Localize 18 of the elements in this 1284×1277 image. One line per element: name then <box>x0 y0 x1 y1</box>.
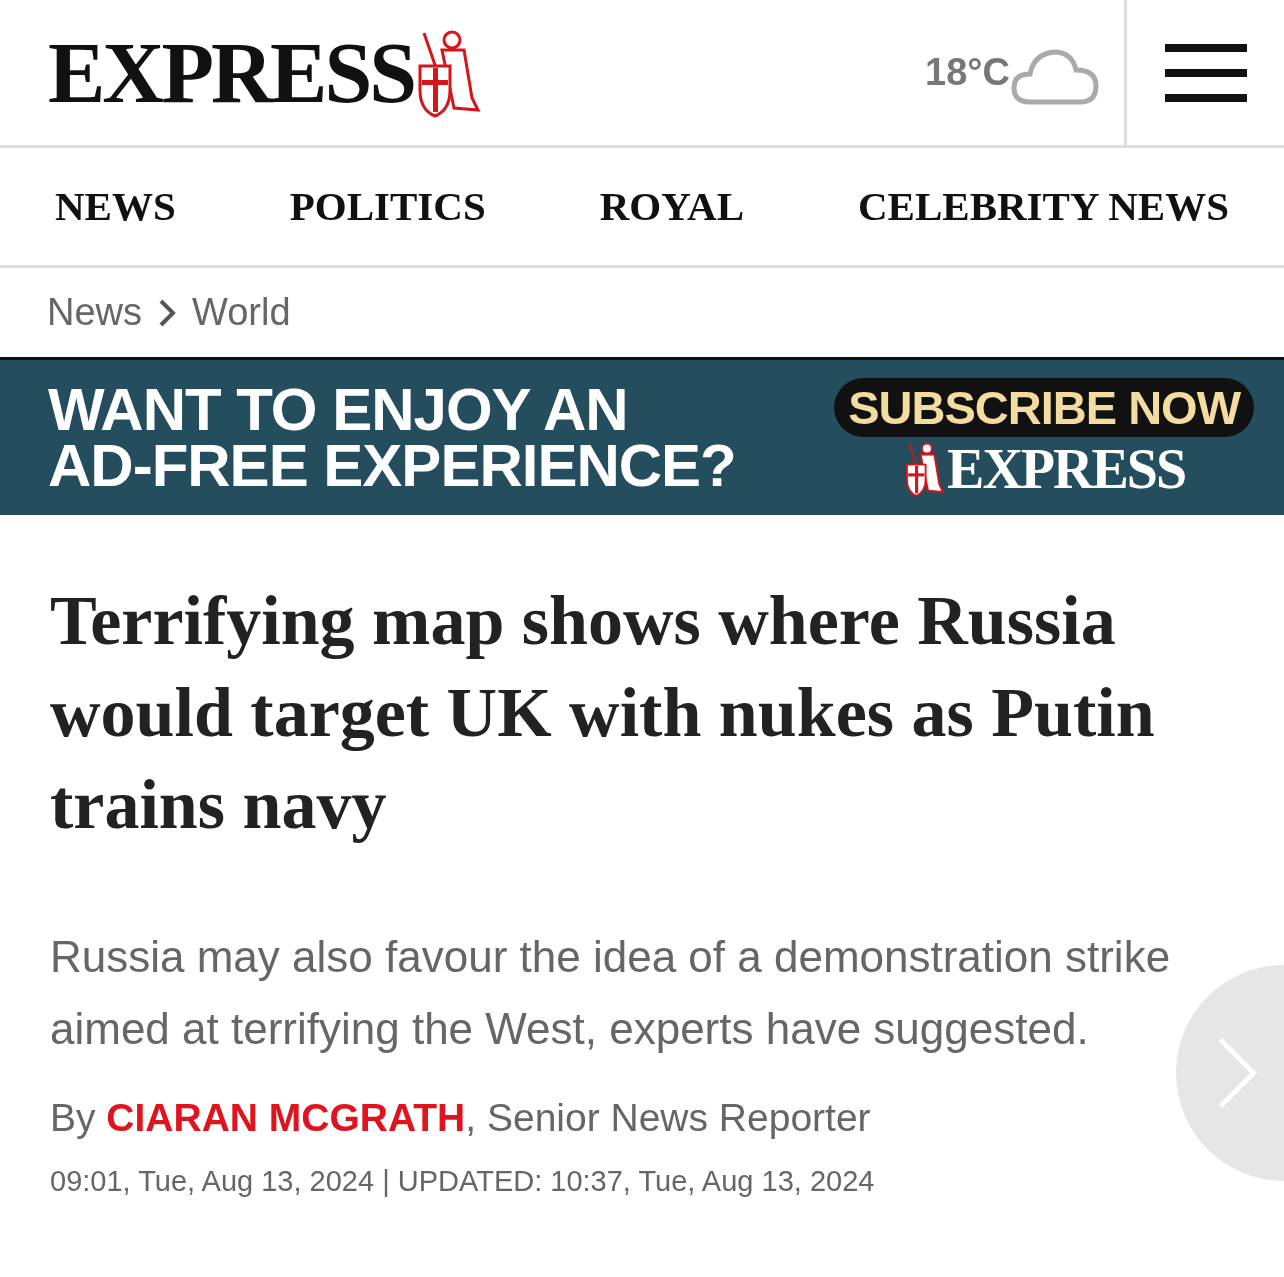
breadcrumb-link[interactable]: News <box>47 284 143 341</box>
article-headline: Terrifying map shows where Russia would target UK with nukes as Putin trains navy <box>50 581 1156 845</box>
banner-text: WANT TO ENJOY AN AD-FREE EXPERIENCE? <box>48 381 736 494</box>
subscribe-button[interactable]: SUBSCRIBE NOW <box>834 378 1254 437</box>
article-standfirst: Russia may also favour the idea of a demonstration strike aimed at terrifying the West, experts have suggested. <box>50 931 1172 1055</box>
nav-link[interactable]: POLITICS <box>289 175 486 238</box>
banner-logo: EXPRESS <box>947 441 1186 497</box>
timestamp: 09:01, Tue, Aug 13, 2024 | UPDATED: 10:37, Tue, Aug 13, 2024 <box>50 1163 876 1199</box>
temperature: 18°C <box>925 50 1010 95</box>
chevron-right-icon <box>158 297 177 328</box>
nav-link[interactable]: ROYAL <box>599 175 744 238</box>
site-logo[interactable]: EXPRESS <box>48 29 415 116</box>
ad-banner[interactable]: WANT TO ENJOY AN AD-FREE EXPERIENCE? SUBSCRIBE NOW EXPRESS <box>0 360 1284 515</box>
menu-button[interactable] <box>1164 43 1247 102</box>
nav-link[interactable]: NEWS <box>55 175 176 238</box>
breadcrumb-link[interactable]: World <box>192 284 291 341</box>
nav-link[interactable]: CELEBRITY NEWS <box>858 175 1229 238</box>
author-link[interactable]: CIARAN MCGRATH <box>106 1096 466 1139</box>
